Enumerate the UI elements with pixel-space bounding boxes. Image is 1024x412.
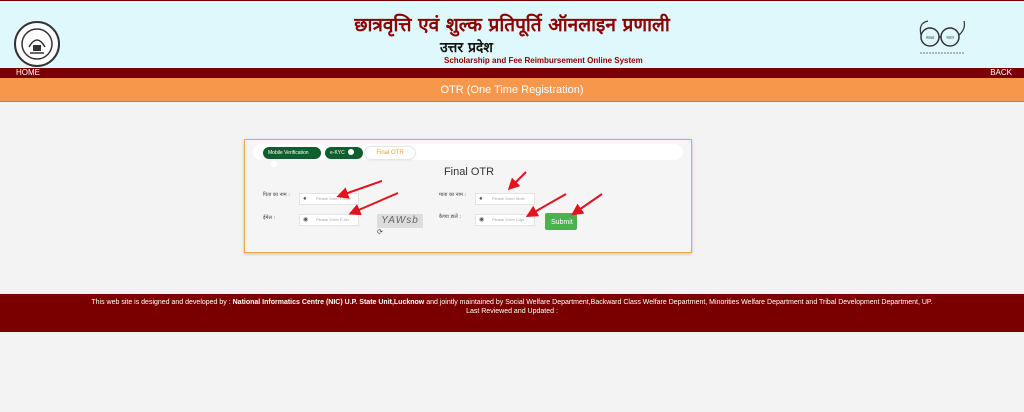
- captcha-placeholder: Please Enter Capt: [492, 217, 525, 222]
- svg-text:भारत: भारत: [946, 35, 954, 40]
- footer-credits: This web site is designed and developed …: [0, 298, 1024, 307]
- tab-mobile-verification[interactable]: Mobile Verification: [263, 147, 321, 167]
- home-link[interactable]: HOME: [16, 68, 40, 78]
- captcha-input[interactable]: ◉ Please Enter Capt: [475, 214, 535, 226]
- site-subtitle-english: Scholarship and Fee Reimbursement Online…: [444, 56, 643, 65]
- step-tabs: Mobile Verification e-KYC Final OTR: [253, 144, 683, 167]
- user-icon: ●: [303, 196, 307, 202]
- site-header: छात्रवृत्ति एवं शुल्क प्रतिपूर्ति ऑनलाइन…: [0, 0, 1024, 69]
- form-title: Final OTR: [443, 166, 495, 178]
- site-title-hindi: छात्रवृत्ति एवं शुल्क प्रतिपूर्ति ऑनलाइन…: [354, 14, 670, 36]
- footer-org-name: National Informatics Centre (NIC) U.P. S…: [232, 299, 425, 306]
- tab-ekyc[interactable]: e-KYC: [325, 147, 363, 159]
- refresh-captcha-icon[interactable]: ⟳: [377, 228, 383, 236]
- back-link[interactable]: BACK: [990, 68, 1012, 78]
- email-placeholder: Please Enter E-Mc: [316, 217, 350, 222]
- email-input[interactable]: ◉ Please Enter E-Mc: [299, 214, 359, 226]
- email-icon: ◉: [303, 217, 309, 223]
- user-icon: ●: [479, 196, 483, 202]
- tab-label: e-KYC: [330, 150, 345, 156]
- father-name-placeholder: Please Enter Father: [316, 196, 352, 201]
- mother-name-input[interactable]: ● Please Enter Moth: [475, 193, 535, 205]
- submit-button[interactable]: Submit: [545, 213, 577, 230]
- site-footer: This web site is designed and developed …: [0, 294, 1024, 332]
- captcha-icon: ◉: [479, 217, 485, 223]
- mother-name-placeholder: Please Enter Moth: [492, 196, 525, 201]
- tab-label: Mobile Verification: [268, 150, 309, 156]
- swachh-bharat-logo: स्वच्छ भारत: [919, 20, 966, 54]
- top-nav-bar: HOME BACK: [0, 68, 1024, 78]
- father-name-input[interactable]: ● Please Enter Father: [299, 193, 359, 205]
- mother-name-label: माता का नाम :: [439, 192, 467, 198]
- captcha-image: YAWsb: [377, 214, 423, 228]
- page-banner: OTR (One Time Registration): [0, 78, 1024, 102]
- footer-credits-prefix: This web site is designed and developed …: [91, 299, 231, 306]
- footer-credits-suffix: and jointly maintained by Social Welfare…: [426, 299, 933, 306]
- otr-form-panel: Mobile Verification e-KYC Final OTR Fina…: [244, 139, 692, 253]
- footer-last-updated: Last Reviewed and Updated :: [466, 308, 558, 315]
- tab-final-otr[interactable]: Final OTR: [365, 147, 415, 159]
- svg-text:स्वच्छ: स्वच्छ: [926, 35, 935, 40]
- email-label: ईमेल :: [263, 215, 276, 221]
- check-icon: [347, 148, 354, 155]
- state-name-hindi: उत्तर प्रदेश: [440, 40, 493, 56]
- father-name-label: पिता का नाम :: [263, 192, 290, 198]
- captcha-label: कैप्चा डालें :: [439, 214, 462, 220]
